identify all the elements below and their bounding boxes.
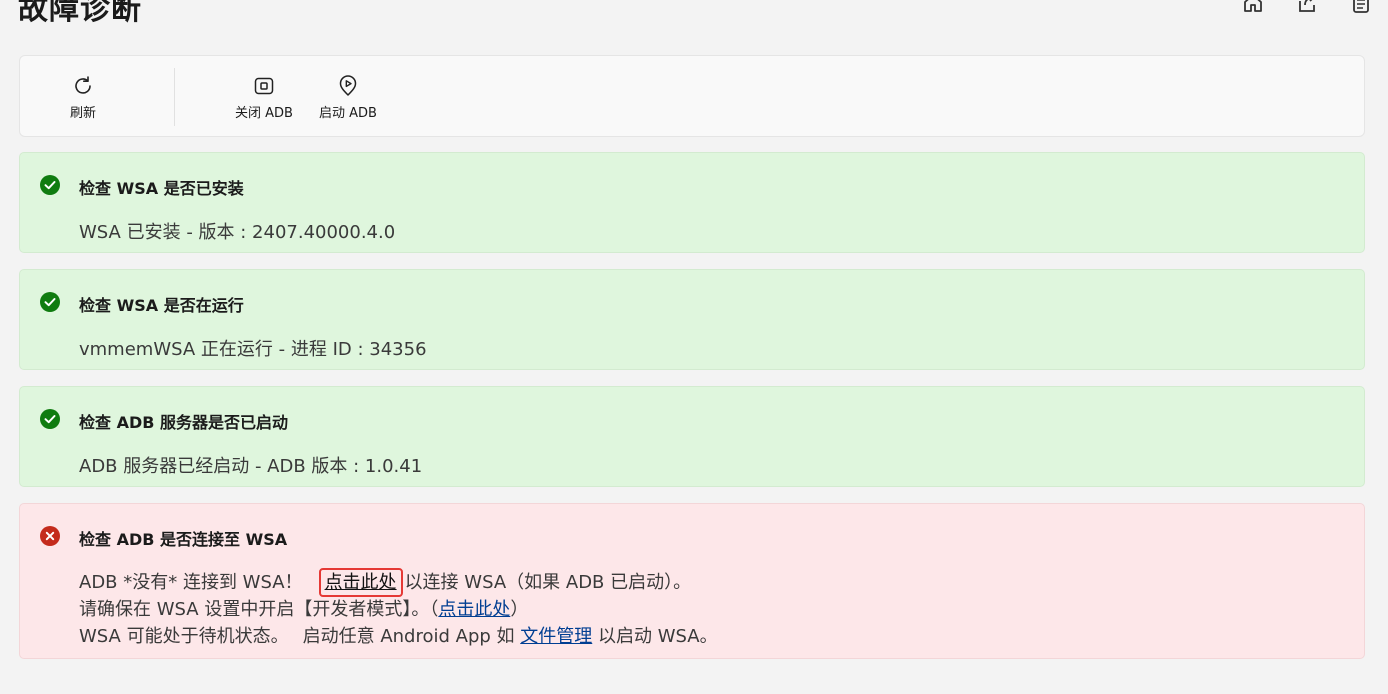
check-title: 检查 ADB 服务器是否已启动	[79, 413, 289, 432]
detail-text: 以连接 WSA（如果 ADB 已启动）。	[404, 572, 692, 593]
check-adb-connection: 检查 ADB 是否连接至 WSA ADB *没有* 连接到 WSA！ 点击此处 以连…	[19, 503, 1365, 659]
start-adb-button[interactable]: 启动 ADB	[310, 56, 386, 138]
error-x-icon	[40, 526, 60, 546]
refresh-icon	[71, 74, 95, 98]
detail-text: ADB *没有* 连接到 WSA！	[79, 572, 303, 593]
stop-adb-label: 关闭 ADB	[235, 105, 293, 121]
check-detail-line-1: ADB *没有* 连接到 WSA！ 点击此处 以连接 WSA（如果 ADB 已启动）…	[79, 568, 691, 597]
check-title: 检查 ADB 是否连接至 WSA	[79, 530, 288, 549]
command-bar: 刷新 关闭 ADB 启动 ADB	[19, 55, 1365, 137]
detail-text: 启动任意 Android App 如	[302, 626, 515, 647]
check-wsa-running: 检查 WSA 是否在运行 vmmemWSA 正在运行 - 进程 ID : 343…	[19, 269, 1365, 370]
check-detail: ADB 服务器已经启动 - ADB 版本 : 1.0.41	[79, 456, 423, 477]
stop-icon	[252, 74, 276, 98]
detail-text: ）	[510, 599, 529, 620]
toolbar-separator	[174, 68, 175, 126]
success-check-icon	[40, 175, 60, 195]
check-adb-server: 检查 ADB 服务器是否已启动 ADB 服务器已经启动 - ADB 版本 : 1…	[19, 386, 1365, 487]
home-button[interactable]	[1240, 0, 1266, 16]
page-title: 故障诊断	[18, 0, 142, 27]
file-manager-link[interactable]: 文件管理	[520, 626, 592, 647]
share-icon	[1299, 0, 1315, 12]
detail-text: 请确保在 WSA 设置中开启【开发者模式】。（	[79, 599, 439, 620]
check-detail: vmmemWSA 正在运行 - 进程 ID : 34356	[79, 339, 427, 360]
start-icon	[336, 74, 360, 98]
refresh-label: 刷新	[69, 105, 96, 121]
check-detail-line-3: WSA 可能处于待机状态。 启动任意 Android App 如 文件管理 以启动…	[79, 623, 718, 650]
detail-text: WSA 可能处于待机状态。	[79, 626, 289, 647]
check-wsa-installed: 检查 WSA 是否已安装 WSA 已安装 - 版本 : 2407.40000.4…	[19, 152, 1365, 253]
detail-text: 以启动 WSA。	[597, 626, 718, 647]
success-check-icon	[40, 292, 60, 312]
refresh-button[interactable]: 刷新	[50, 56, 116, 138]
check-detail-line-2: 请确保在 WSA 设置中开启【开发者模式】。（点击此处）	[79, 596, 528, 623]
stop-adb-button[interactable]: 关闭 ADB	[226, 56, 302, 138]
document-icon	[1353, 0, 1369, 13]
success-check-icon	[40, 409, 60, 429]
check-title: 检查 WSA 是否在运行	[79, 296, 244, 315]
developer-mode-link[interactable]: 点击此处	[438, 599, 510, 620]
check-detail: WSA 已安装 - 版本 : 2407.40000.4.0	[79, 222, 396, 243]
home-icon	[1244, 0, 1262, 12]
header-actions	[1240, 0, 1374, 16]
log-button[interactable]	[1348, 0, 1374, 16]
start-adb-label: 启动 ADB	[319, 105, 377, 121]
connect-wsa-link[interactable]: 点击此处	[318, 568, 403, 597]
check-title: 检查 WSA 是否已安装	[79, 179, 244, 198]
share-button[interactable]	[1294, 0, 1320, 16]
